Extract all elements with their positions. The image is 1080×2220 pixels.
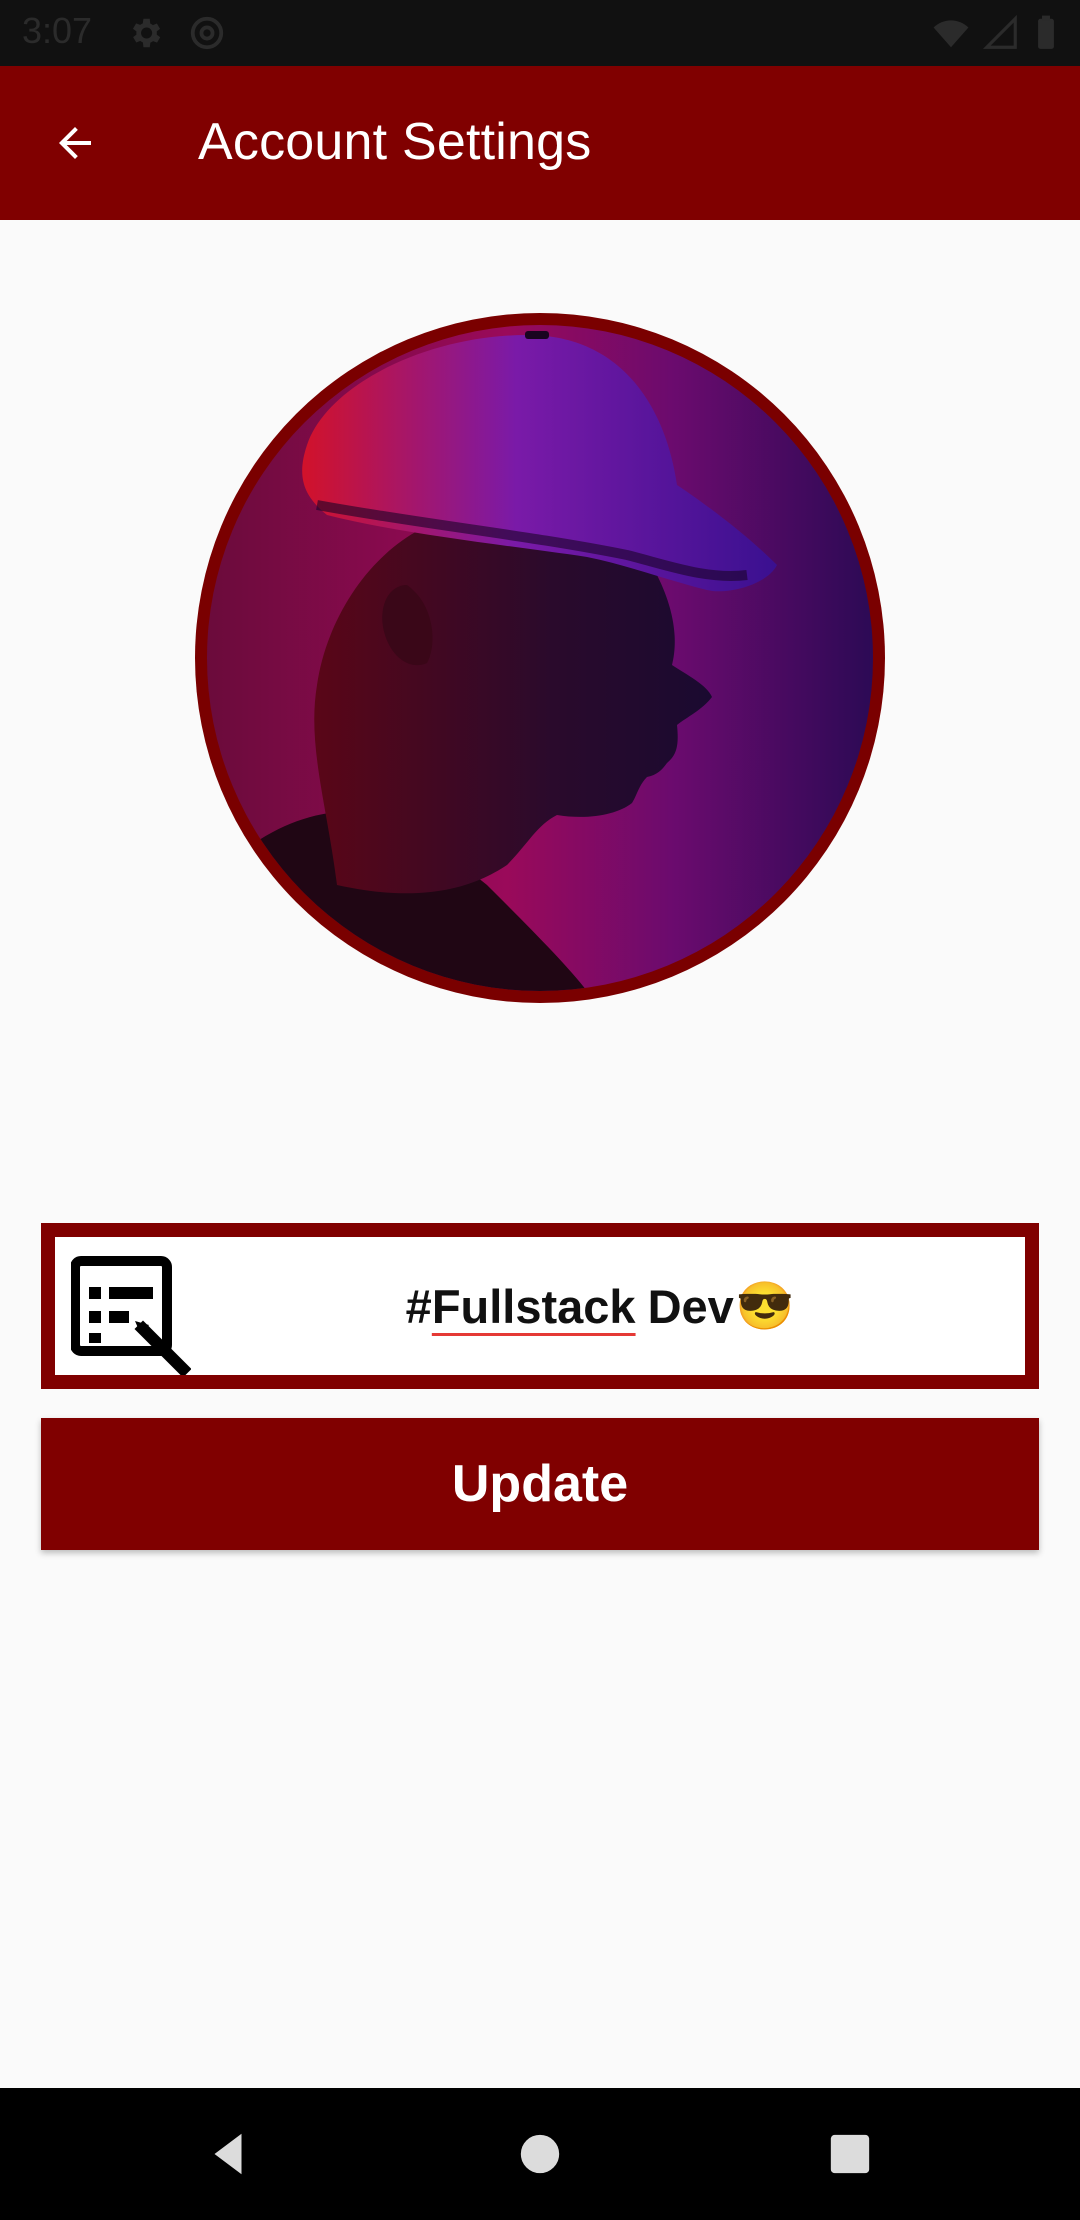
cell-signal-icon (982, 14, 1017, 49)
status-word-misspelled: Fullstack (431, 1279, 636, 1333)
battery-icon (1038, 15, 1054, 49)
arrow-left-icon (59, 127, 91, 159)
status-card: # Fullstack Dev 😎 (41, 1223, 1039, 1389)
nav-back-button[interactable] (196, 2122, 260, 2186)
status-suffix: Dev (647, 1279, 734, 1333)
home-circle-icon (520, 2134, 560, 2174)
nav-home-button[interactable] (508, 2122, 572, 2186)
status-time: 3:07 (22, 10, 93, 51)
status-hash: # (405, 1279, 432, 1333)
edit-note-icon[interactable] (71, 1255, 191, 1375)
avatar-ring[interactable] (195, 313, 885, 1003)
status-bar: 3:07 (0, 0, 1080, 66)
at-sign-icon (190, 16, 224, 50)
recents-square-icon (830, 2134, 870, 2174)
nav-recents-button[interactable] (818, 2122, 882, 2186)
profile-photo (207, 331, 777, 991)
back-button[interactable] (34, 102, 116, 184)
update-button[interactable]: Update (41, 1418, 1039, 1550)
wifi-icon (933, 20, 969, 48)
back-triangle-icon (214, 2133, 242, 2175)
status-input-container[interactable]: # Fullstack Dev 😎 (55, 1237, 1025, 1375)
settings-icon (132, 18, 161, 48)
system-nav-bar (0, 2088, 1080, 2220)
status-text[interactable]: # Fullstack Dev 😎 (195, 1237, 1005, 1375)
app-bar: Account Settings (0, 66, 1080, 220)
page-title: Account Settings (198, 113, 592, 171)
profile-avatar[interactable] (207, 325, 873, 991)
sunglasses-emoji: 😎 (735, 1279, 795, 1332)
